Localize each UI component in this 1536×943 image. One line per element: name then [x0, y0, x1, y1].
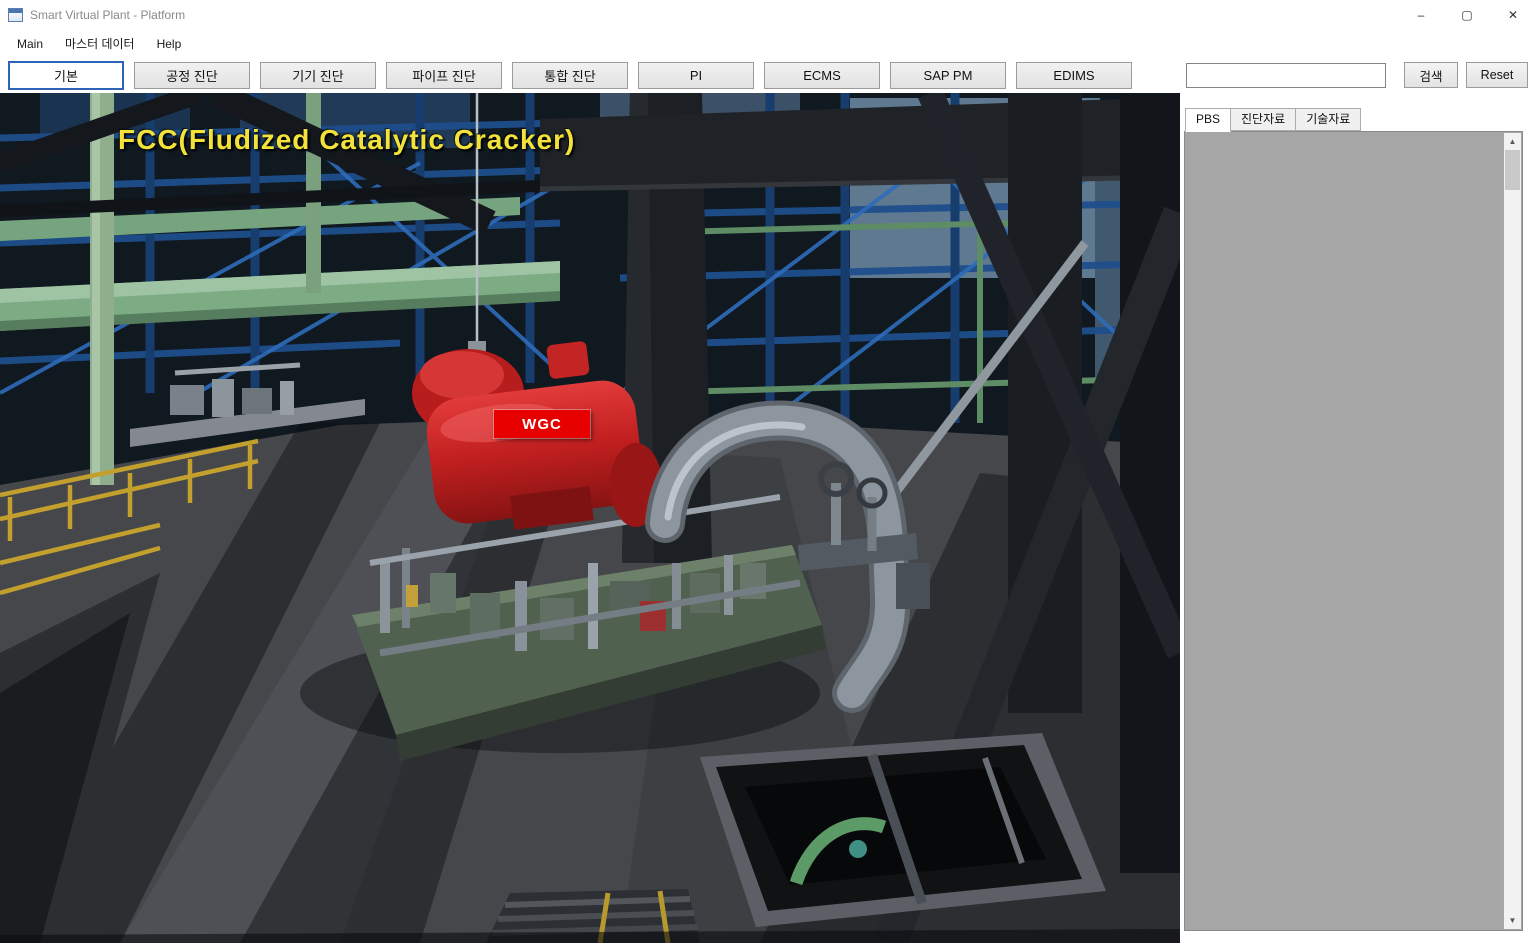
nav-button-sap-pm[interactable]: SAP PM [890, 61, 1006, 89]
maximize-button[interactable]: ▢ [1444, 0, 1490, 30]
scrollbar-track[interactable] [1504, 150, 1521, 912]
nav-button-pi[interactable]: PI [638, 61, 754, 89]
nav-button-ecms[interactable]: ECMS [764, 61, 880, 89]
search-input[interactable] [1186, 62, 1386, 88]
nav-button-pipe-diagnosis[interactable]: 파이프 진단 [386, 61, 502, 89]
equipment-tag-wgc[interactable]: WGC [494, 410, 590, 438]
tab-technical-data[interactable]: 기술자료 [1295, 108, 1362, 131]
panel-scrollbar[interactable]: ▲ ▼ [1504, 133, 1521, 929]
scrollbar-thumb[interactable] [1505, 150, 1520, 190]
tab-diagnosis-data[interactable]: 진단자료 [1230, 108, 1297, 131]
plant-3d-scene [0, 93, 1180, 943]
minimize-button[interactable]: – [1398, 0, 1444, 30]
window-title: Smart Virtual Plant - Platform [30, 8, 186, 22]
scroll-up-icon[interactable]: ▲ [1504, 133, 1521, 150]
tab-pbs[interactable]: PBS [1185, 108, 1232, 132]
menu-help[interactable]: Help [146, 33, 193, 55]
plant-viewport[interactable]: FCC(Fludized Catalytic Cracker) WGC [0, 93, 1180, 943]
nav-button-process-diagnosis[interactable]: 공정 진단 [134, 61, 250, 89]
reset-button[interactable]: Reset [1466, 62, 1528, 88]
app-window: Smart Virtual Plant - Platform – ▢ ✕ Mai… [0, 0, 1536, 943]
pbs-panel-content: ▲ ▼ [1184, 131, 1523, 931]
side-panel: PBS 진단자료 기술자료 ▲ ▼ [1180, 93, 1536, 943]
nav-button-edims[interactable]: EDIMS [1016, 61, 1132, 89]
scene-title-overlay: FCC(Fludized Catalytic Cracker) [118, 124, 576, 155]
toolbar: 기본 공정 진단 기기 진단 파이프 진단 통합 진단 PI ECMS SAP … [0, 57, 1536, 93]
search-button[interactable]: 검색 [1404, 62, 1458, 88]
close-button[interactable]: ✕ [1490, 0, 1536, 30]
scroll-down-icon[interactable]: ▼ [1504, 912, 1521, 929]
menu-bar: Main 마스터 데이터 Help [0, 30, 1536, 57]
main-area: FCC(Fludized Catalytic Cracker) WGC PBS … [0, 93, 1536, 943]
nav-button-integrated-diagnosis[interactable]: 통합 진단 [512, 61, 628, 89]
side-panel-tabs: PBS 진단자료 기술자료 [1185, 108, 1362, 132]
app-icon [8, 8, 23, 22]
search-group: 검색 Reset [1186, 62, 1528, 88]
nav-button-equipment-diagnosis[interactable]: 기기 진단 [260, 61, 376, 89]
menu-master-data[interactable]: 마스터 데이터 [54, 31, 146, 56]
window-controls: – ▢ ✕ [1398, 0, 1536, 30]
menu-main[interactable]: Main [6, 33, 54, 55]
nav-button-basic[interactable]: 기본 [8, 60, 124, 90]
title-bar: Smart Virtual Plant - Platform – ▢ ✕ [0, 0, 1536, 30]
